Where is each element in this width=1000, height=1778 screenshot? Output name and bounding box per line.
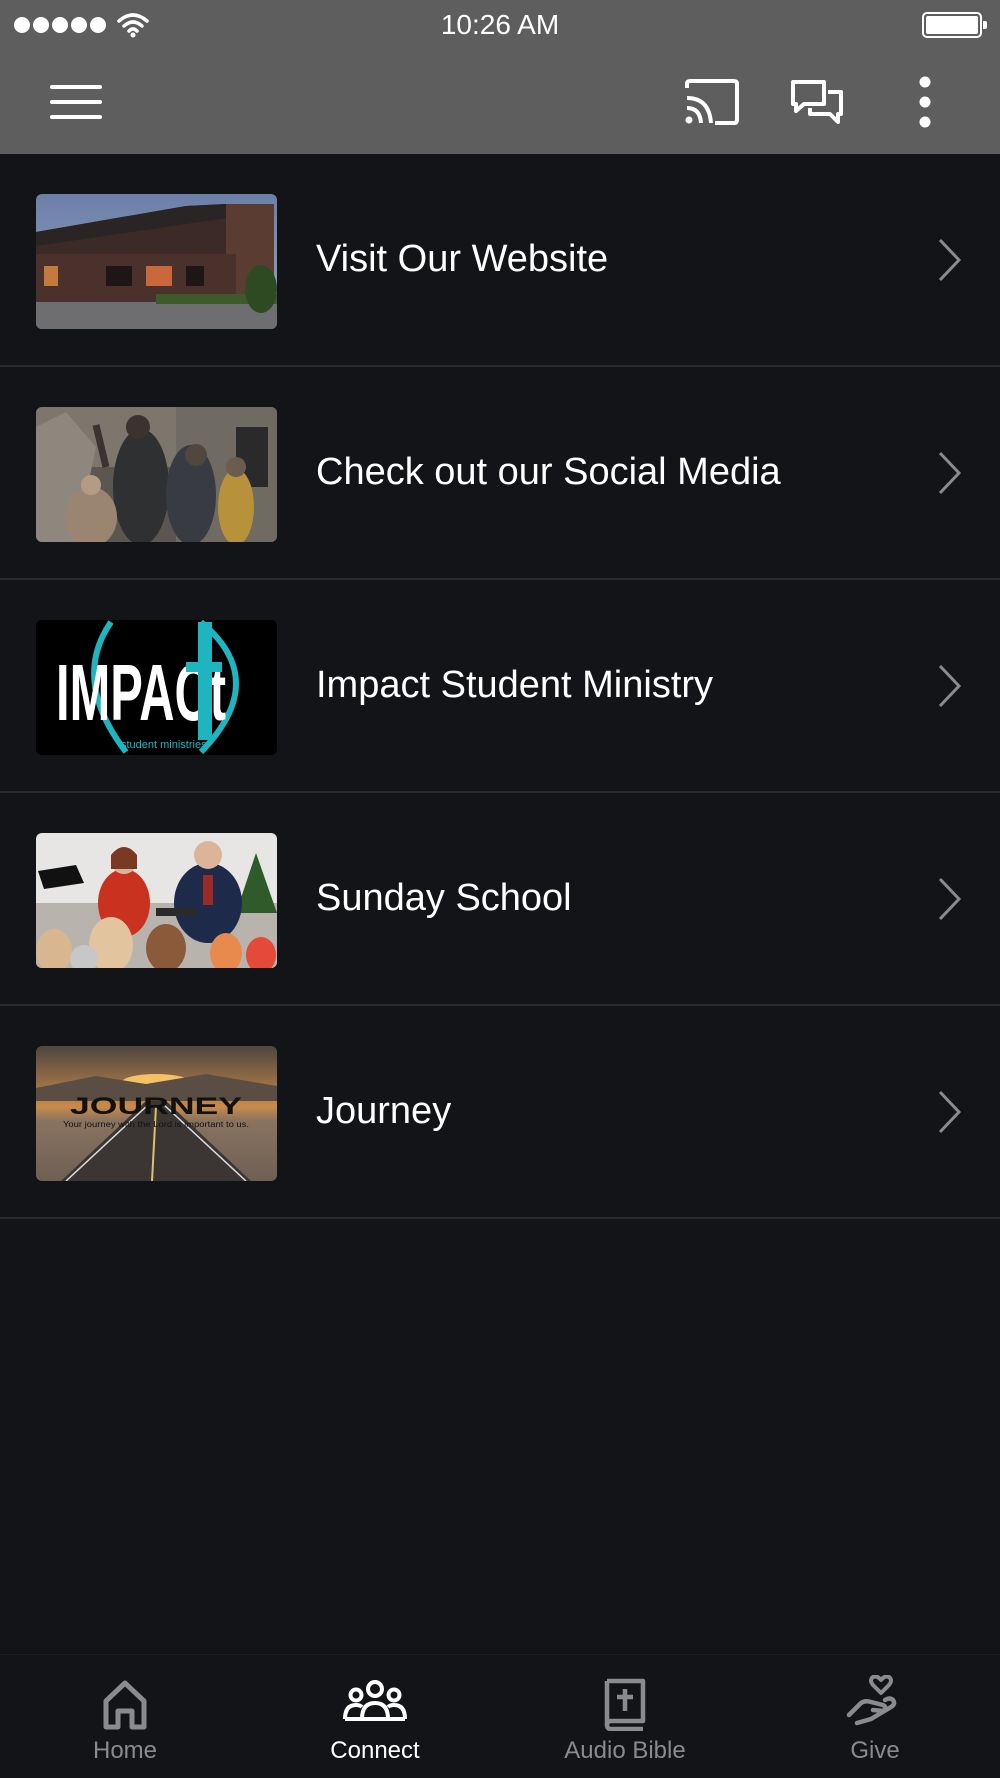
chevron-right-icon — [938, 1090, 962, 1134]
giving-hand-heart-icon — [846, 1675, 897, 1726]
app-bar — [0, 50, 1000, 154]
tab-connect[interactable]: Connect — [250, 1655, 500, 1778]
tab-give[interactable]: Give — [750, 1655, 1000, 1778]
list-item-sunday-school[interactable]: Sunday School — [0, 793, 1000, 1006]
chevron-right-icon — [938, 238, 962, 282]
cast-icon — [685, 79, 739, 125]
tab-label: Give — [850, 1737, 900, 1764]
impact-logo-thumbnail: IMPACt student ministries — [36, 620, 277, 755]
list-item-impact-student-ministry[interactable]: IMPACt student ministries Impact Student… — [0, 580, 1000, 793]
tab-label: Connect — [330, 1737, 420, 1764]
list-item-visit-website[interactable]: Visit Our Website — [0, 154, 1000, 367]
menu-button[interactable] — [36, 50, 116, 154]
people-group-icon — [343, 1680, 407, 1721]
bible-icon — [604, 1678, 646, 1731]
chat-bubbles-icon — [791, 80, 843, 124]
list-item-label: Impact Student Ministry — [316, 664, 714, 706]
list-item-label: Check out our Social Media — [316, 451, 781, 493]
tab-home[interactable]: Home — [0, 1655, 250, 1778]
list-item-social-media[interactable]: Check out our Social Media — [0, 367, 1000, 580]
hamburger-menu-icon — [50, 85, 102, 119]
connect-list: Visit Our Website Check out our Social M… — [0, 154, 1000, 1219]
cast-button[interactable] — [672, 50, 752, 154]
list-item-label: Journey — [316, 1090, 452, 1132]
list-item-label: Visit Our Website — [316, 238, 609, 280]
tab-audio-bible[interactable]: Audio Bible — [500, 1655, 750, 1778]
sunday-school-thumbnail — [36, 833, 277, 968]
journey-title: JOURNEY — [70, 1093, 242, 1120]
tab-label: Audio Bible — [564, 1737, 686, 1764]
status-bar: 10:26 AM — [0, 0, 1000, 50]
chevron-right-icon — [938, 664, 962, 708]
chevron-right-icon — [938, 877, 962, 921]
tab-label: Home — [92, 1737, 158, 1764]
journey-subtitle: Your journey with the Lord is important … — [63, 1120, 249, 1129]
chevron-right-icon — [938, 451, 962, 495]
chat-button[interactable] — [777, 50, 857, 154]
more-vertical-icon — [919, 76, 931, 128]
impact-logo-subtext: student ministries — [121, 739, 207, 751]
list-item-journey[interactable]: JOURNEY Your journey with the Lord is im… — [0, 1006, 1000, 1219]
bottom-tab-bar: Home Connect Audio Bible Give — [0, 1654, 1000, 1778]
battery-icon — [922, 12, 987, 38]
journey-thumbnail: JOURNEY Your journey with the Lord is im… — [36, 1046, 277, 1181]
church-building-thumbnail — [36, 194, 277, 329]
status-time: 10:26 AM — [440, 9, 560, 40]
worship-congregation-thumbnail — [36, 407, 277, 542]
more-options-button[interactable] — [900, 50, 950, 154]
list-item-label: Sunday School — [316, 877, 572, 919]
home-icon — [103, 1680, 147, 1730]
